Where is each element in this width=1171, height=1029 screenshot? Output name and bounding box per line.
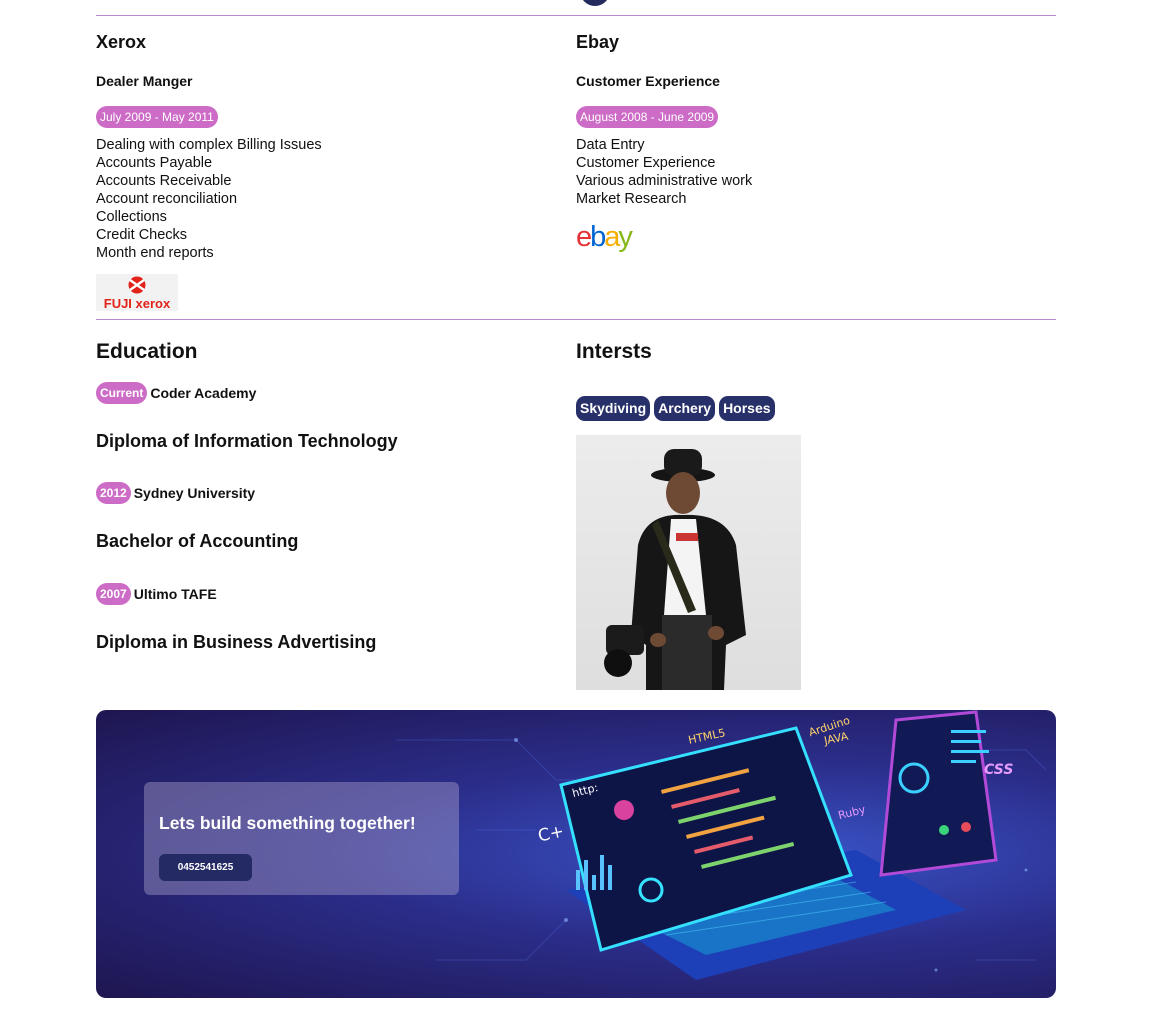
header-avatar-edge: [580, 0, 610, 6]
ebay-logo-letter: b: [590, 222, 605, 253]
interests-title: Intersts: [576, 340, 652, 363]
cta-card: Lets build something together! 045254162…: [144, 782, 459, 895]
ebay-logo-letter: y: [618, 222, 633, 253]
year-badge: 2012: [96, 482, 131, 504]
education-entry-header: Current Coder Academy: [96, 382, 256, 404]
school-name: Coder Academy: [150, 385, 257, 401]
role-title: Customer Experience: [576, 73, 720, 89]
duty-item: Collections: [96, 209, 167, 225]
company-name: Xerox: [96, 32, 147, 52]
interest-tag: Skydiving: [576, 396, 651, 421]
education-entry-header: 2012 Sydney University: [96, 482, 255, 504]
date-badge: July 2009 - May 2011: [96, 106, 218, 128]
duty-list: Dealing with complex Billing Issues Acco…: [96, 136, 322, 262]
duty-item: Customer Experience: [576, 155, 716, 171]
cta-headline: Lets build something together!: [159, 813, 416, 833]
contact-banner: HTML5 Arduino JAVA http: C+ Ruby CSS Let…: [96, 710, 1056, 998]
duty-item: Accounts Receivable: [96, 173, 232, 189]
year-badge: Current: [96, 382, 148, 404]
experience-xerox: Xerox Dealer Manger July 2009 - May 2011…: [96, 33, 556, 318]
svg-text:ebay: ebay: [576, 222, 633, 253]
company-name: Ebay: [576, 32, 620, 52]
experience-ebay: Ebay Customer Experience August 2008 - J…: [576, 33, 1036, 318]
fuji-xerox-logo-graphic: FUJI xerox: [104, 276, 171, 311]
decor-word-css: CSS: [984, 762, 1014, 778]
interests-section: Intersts Skydiving Archery Horses: [576, 340, 1036, 692]
school-name: Sydney University: [133, 485, 256, 501]
divider-top: [96, 15, 1056, 16]
interest-tags: Skydiving Archery Horses: [576, 396, 775, 421]
education-title: Education: [96, 340, 198, 363]
role-title: Dealer Manger: [96, 73, 193, 89]
ebay-logo-letter: e: [576, 222, 591, 253]
duty-item: Market Research: [576, 191, 687, 207]
duty-list: Data Entry Customer Experience Various a…: [576, 136, 752, 208]
resume-page: Xerox Dealer Manger July 2009 - May 2011…: [0, 0, 1171, 1029]
divider-middle: [96, 319, 1056, 320]
fuji-xerox-wordmark: FUJI xerox: [104, 296, 171, 311]
year-badge: 2007: [96, 583, 131, 605]
education-section: Education Current Coder Academy Diploma …: [96, 340, 556, 670]
education-entry-header: 2007 Ultimo TAFE: [96, 583, 217, 605]
duty-item: Various administrative work: [576, 173, 753, 189]
duty-item: Credit Checks: [96, 227, 188, 243]
school-name: Ultimo TAFE: [133, 586, 217, 602]
qualification-title: Bachelor of Accounting: [96, 531, 299, 551]
phone-button[interactable]: 0452541625: [159, 854, 252, 881]
duty-item: Accounts Payable: [96, 155, 213, 171]
date-badge: August 2008 - June 2009: [576, 106, 719, 128]
interest-tag: Horses: [719, 396, 775, 421]
duty-item: Month end reports: [96, 245, 214, 261]
duty-item: Dealing with complex Billing Issues: [96, 137, 322, 153]
qualification-title: Diploma of Information Technology: [96, 431, 398, 451]
interest-tag: Archery: [654, 396, 716, 421]
qualification-title: Diploma in Business Advertising: [96, 632, 377, 652]
duty-item: Data Entry: [576, 137, 645, 153]
person-illustration: [604, 449, 746, 690]
ebay-logo: ebay: [576, 222, 635, 253]
duty-item: Account reconciliation: [96, 191, 238, 207]
fuji-xerox-logo: FUJI xerox: [96, 274, 178, 311]
profile-photo: [576, 435, 801, 690]
